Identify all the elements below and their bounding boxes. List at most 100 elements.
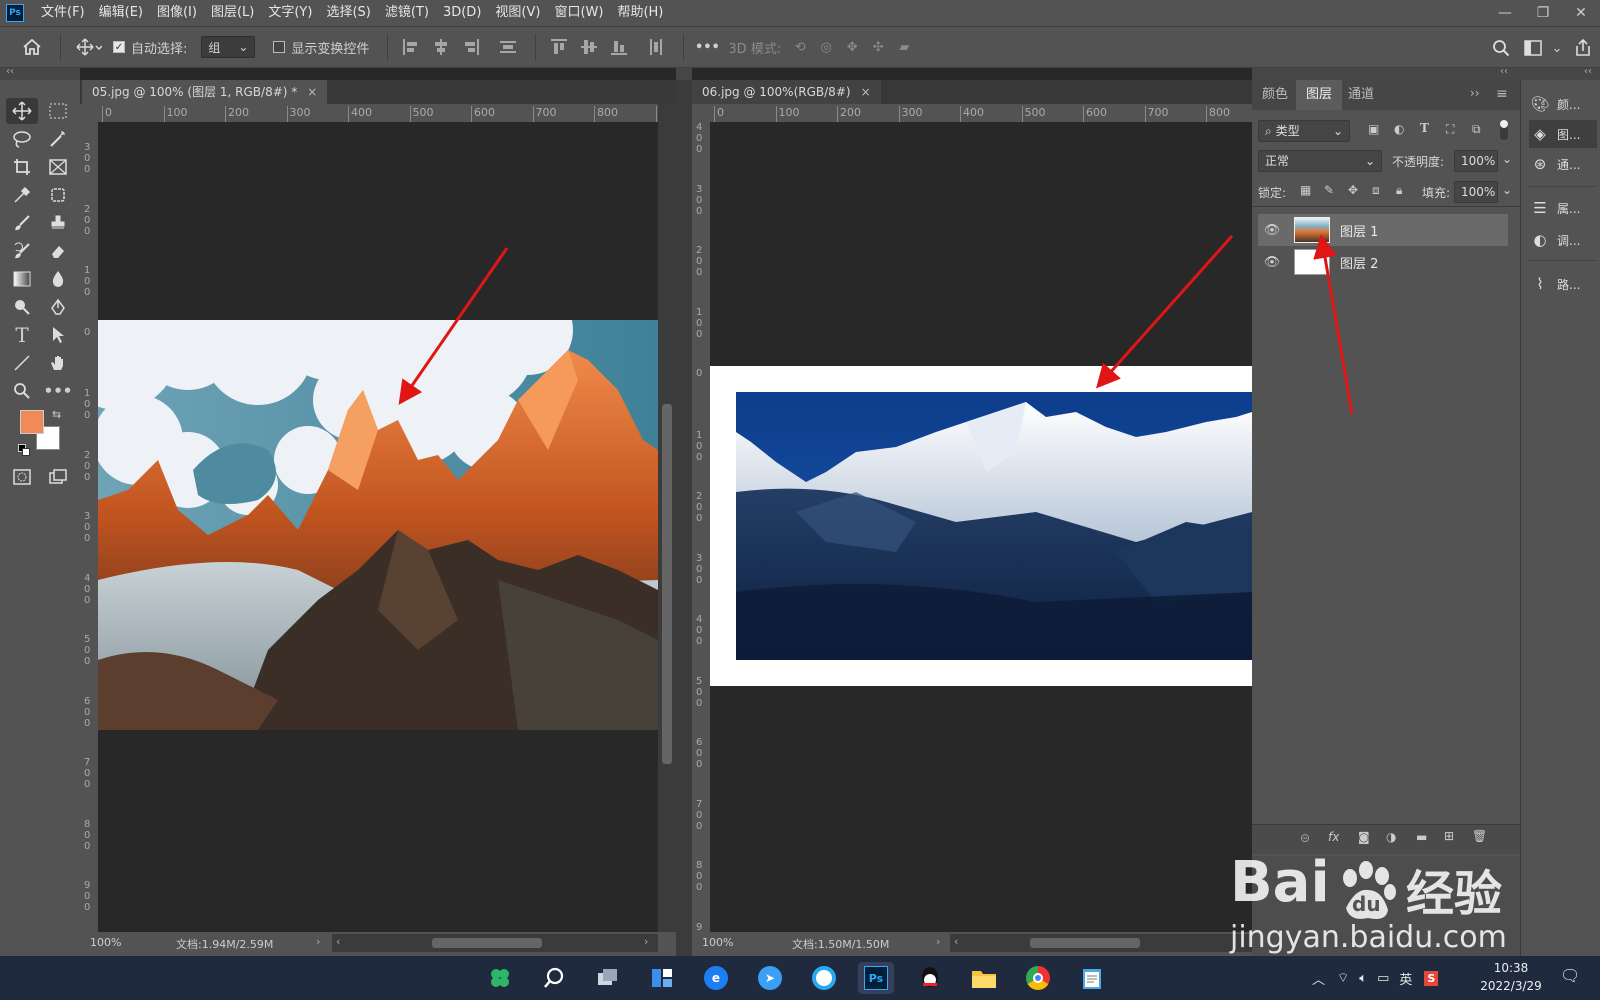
- opacity-input[interactable]: 100%: [1454, 150, 1498, 172]
- workspace-icon[interactable]: [1518, 33, 1548, 63]
- filter-adjustment-icon[interactable]: ◐: [1394, 122, 1404, 136]
- vertical-scrollbar[interactable]: [658, 104, 676, 932]
- collapse-left-icon[interactable]: ‹‹: [6, 66, 14, 77]
- distribute-icon[interactable]: [498, 37, 518, 57]
- auto-select-dropdown[interactable]: 组 ⌄: [201, 36, 256, 58]
- 3d-roll-icon[interactable]: ◎: [813, 32, 839, 62]
- collapse-strip-icon[interactable]: ‹‹: [1584, 66, 1592, 77]
- menu-3d[interactable]: 3D(D): [436, 0, 488, 26]
- filter-shape-icon[interactable]: ⛶: [1446, 122, 1454, 137]
- notification-icon[interactable]: 🗨︎: [1560, 966, 1580, 985]
- patch-tool-icon[interactable]: [42, 182, 74, 208]
- marquee-tool-icon[interactable]: [42, 98, 74, 124]
- status-menu-icon[interactable]: ›: [936, 935, 940, 948]
- menu-view[interactable]: 视图(V): [488, 0, 547, 26]
- tab-layers[interactable]: 图层: [1296, 80, 1343, 110]
- blend-mode-dropdown[interactable]: 正常 ⌄: [1258, 150, 1382, 172]
- history-brush-tool-icon[interactable]: [6, 238, 38, 264]
- horizontal-scrollbar[interactable]: ‹: [950, 934, 1252, 952]
- screen-mode-icon[interactable]: [42, 464, 74, 490]
- strip-adjustments[interactable]: ◐ 调...: [1529, 226, 1597, 254]
- menu-edit[interactable]: 编辑(E): [92, 0, 150, 26]
- layer-name[interactable]: 图层 2: [1340, 253, 1378, 272]
- scrollbar-thumb[interactable]: [432, 938, 542, 948]
- path-selection-tool-icon[interactable]: [42, 322, 74, 348]
- move-tool-preset-icon[interactable]: [69, 32, 109, 62]
- chrome-icon[interactable]: [1020, 962, 1056, 994]
- fill-input[interactable]: 100%: [1454, 181, 1498, 203]
- scroll-left-icon[interactable]: ‹: [336, 935, 340, 948]
- doc-tab-06[interactable]: 06.jpg @ 100%(RGB/8#) ×: [692, 80, 881, 104]
- doc-tab-05[interactable]: 05.jpg @ 100% (图层 1, RGB/8#) * ×: [82, 80, 328, 104]
- distribute-vertical-icon[interactable]: [646, 37, 666, 57]
- edit-toolbar-icon[interactable]: •••: [42, 378, 74, 404]
- file-explorer-icon[interactable]: [966, 962, 1002, 994]
- type-tool-icon[interactable]: T: [6, 322, 38, 348]
- workspace-chevron-icon[interactable]: ⌄: [1548, 33, 1566, 63]
- notepad-icon[interactable]: [1074, 962, 1110, 994]
- filter-kind-dropdown[interactable]: ⌕ 类型 ⌄: [1258, 120, 1350, 142]
- lock-all-icon[interactable]: 🔒︎: [1396, 183, 1402, 198]
- wifi-icon[interactable]: ⌔: [1337, 970, 1349, 986]
- split-divider[interactable]: [676, 80, 692, 956]
- minimize-icon[interactable]: —: [1486, 0, 1524, 26]
- scroll-right-icon[interactable]: ›: [644, 935, 648, 948]
- search-icon[interactable]: [1484, 33, 1518, 63]
- 3d-pan-icon[interactable]: ✥: [839, 32, 865, 62]
- dodge-tool-icon[interactable]: [6, 294, 38, 320]
- auto-select-checkbox[interactable]: ✓: [113, 41, 125, 53]
- restore-icon[interactable]: ❐: [1524, 0, 1562, 26]
- scrollbar-thumb[interactable]: [662, 404, 672, 764]
- magic-wand-tool-icon[interactable]: [42, 126, 74, 152]
- move-tool-icon[interactable]: [6, 98, 38, 124]
- start-button-icon[interactable]: [482, 962, 518, 994]
- filter-smart-object-icon[interactable]: ⧉: [1472, 122, 1481, 137]
- fill-chevron-icon[interactable]: ⌄: [1502, 183, 1512, 197]
- search-taskbar-icon[interactable]: [536, 962, 572, 994]
- filter-type-icon[interactable]: T: [1420, 121, 1429, 135]
- panel-menu-icon[interactable]: ≡: [1496, 86, 1508, 102]
- status-menu-icon[interactable]: ›: [316, 935, 320, 948]
- lock-transparent-icon[interactable]: ▦: [1300, 183, 1311, 197]
- swap-colors-icon[interactable]: ⇆: [52, 408, 61, 421]
- menu-layer[interactable]: 图层(L): [204, 0, 261, 26]
- eyedropper-tool-icon[interactable]: [6, 182, 38, 208]
- menu-window[interactable]: 窗口(W): [547, 0, 610, 26]
- canvas-05-image[interactable]: [98, 320, 658, 730]
- layer-row-1[interactable]: 👁︎ 图层 1: [1258, 214, 1508, 246]
- strip-properties[interactable]: ☰ 属...: [1529, 194, 1597, 222]
- widgets-icon[interactable]: [644, 962, 680, 994]
- ime-indicator[interactable]: 英: [1399, 969, 1412, 988]
- 3d-orbit-icon[interactable]: ⟲: [787, 32, 813, 62]
- crop-tool-icon[interactable]: [6, 154, 38, 180]
- eye-icon[interactable]: 👁︎: [1262, 223, 1282, 238]
- menu-select[interactable]: 选择(S): [319, 0, 377, 26]
- hand-tool-icon[interactable]: [42, 350, 74, 376]
- default-colors-icon[interactable]: [18, 444, 30, 456]
- frame-tool-icon[interactable]: [42, 154, 74, 180]
- opacity-chevron-icon[interactable]: ⌄: [1502, 152, 1512, 166]
- scroll-left-icon[interactable]: ‹: [954, 935, 958, 948]
- 3d-slide-icon[interactable]: ✣: [865, 32, 891, 62]
- gradient-tool-icon[interactable]: [6, 266, 38, 292]
- tab-color[interactable]: 颜色: [1252, 80, 1298, 110]
- eye-icon[interactable]: 👁︎: [1262, 255, 1282, 270]
- align-right-icon[interactable]: [461, 37, 481, 57]
- align-vcenter-icon[interactable]: [579, 37, 599, 57]
- quick-mask-icon[interactable]: [6, 464, 38, 490]
- zoom-level[interactable]: 100%: [702, 936, 733, 949]
- align-top-icon[interactable]: [549, 37, 569, 57]
- volume-icon[interactable]: 🔈︎: [1359, 971, 1367, 986]
- photoshop-taskbar-icon[interactable]: Ps: [858, 962, 894, 994]
- menu-type[interactable]: 文字(Y): [261, 0, 319, 26]
- close-tab-icon[interactable]: ×: [861, 85, 871, 99]
- layer-row-2[interactable]: 👁︎ 图层 2: [1258, 246, 1508, 278]
- canvas-06-frame[interactable]: [710, 366, 1252, 686]
- strip-paths[interactable]: ⌇ 路...: [1529, 270, 1597, 298]
- qq-icon[interactable]: [912, 962, 948, 994]
- home-icon[interactable]: [12, 32, 52, 62]
- sogou-ime-icon[interactable]: S: [1424, 970, 1439, 986]
- pen-tool-icon[interactable]: [42, 294, 74, 320]
- filter-pixel-icon[interactable]: ▣: [1368, 122, 1379, 136]
- filter-toggle[interactable]: [1500, 120, 1508, 140]
